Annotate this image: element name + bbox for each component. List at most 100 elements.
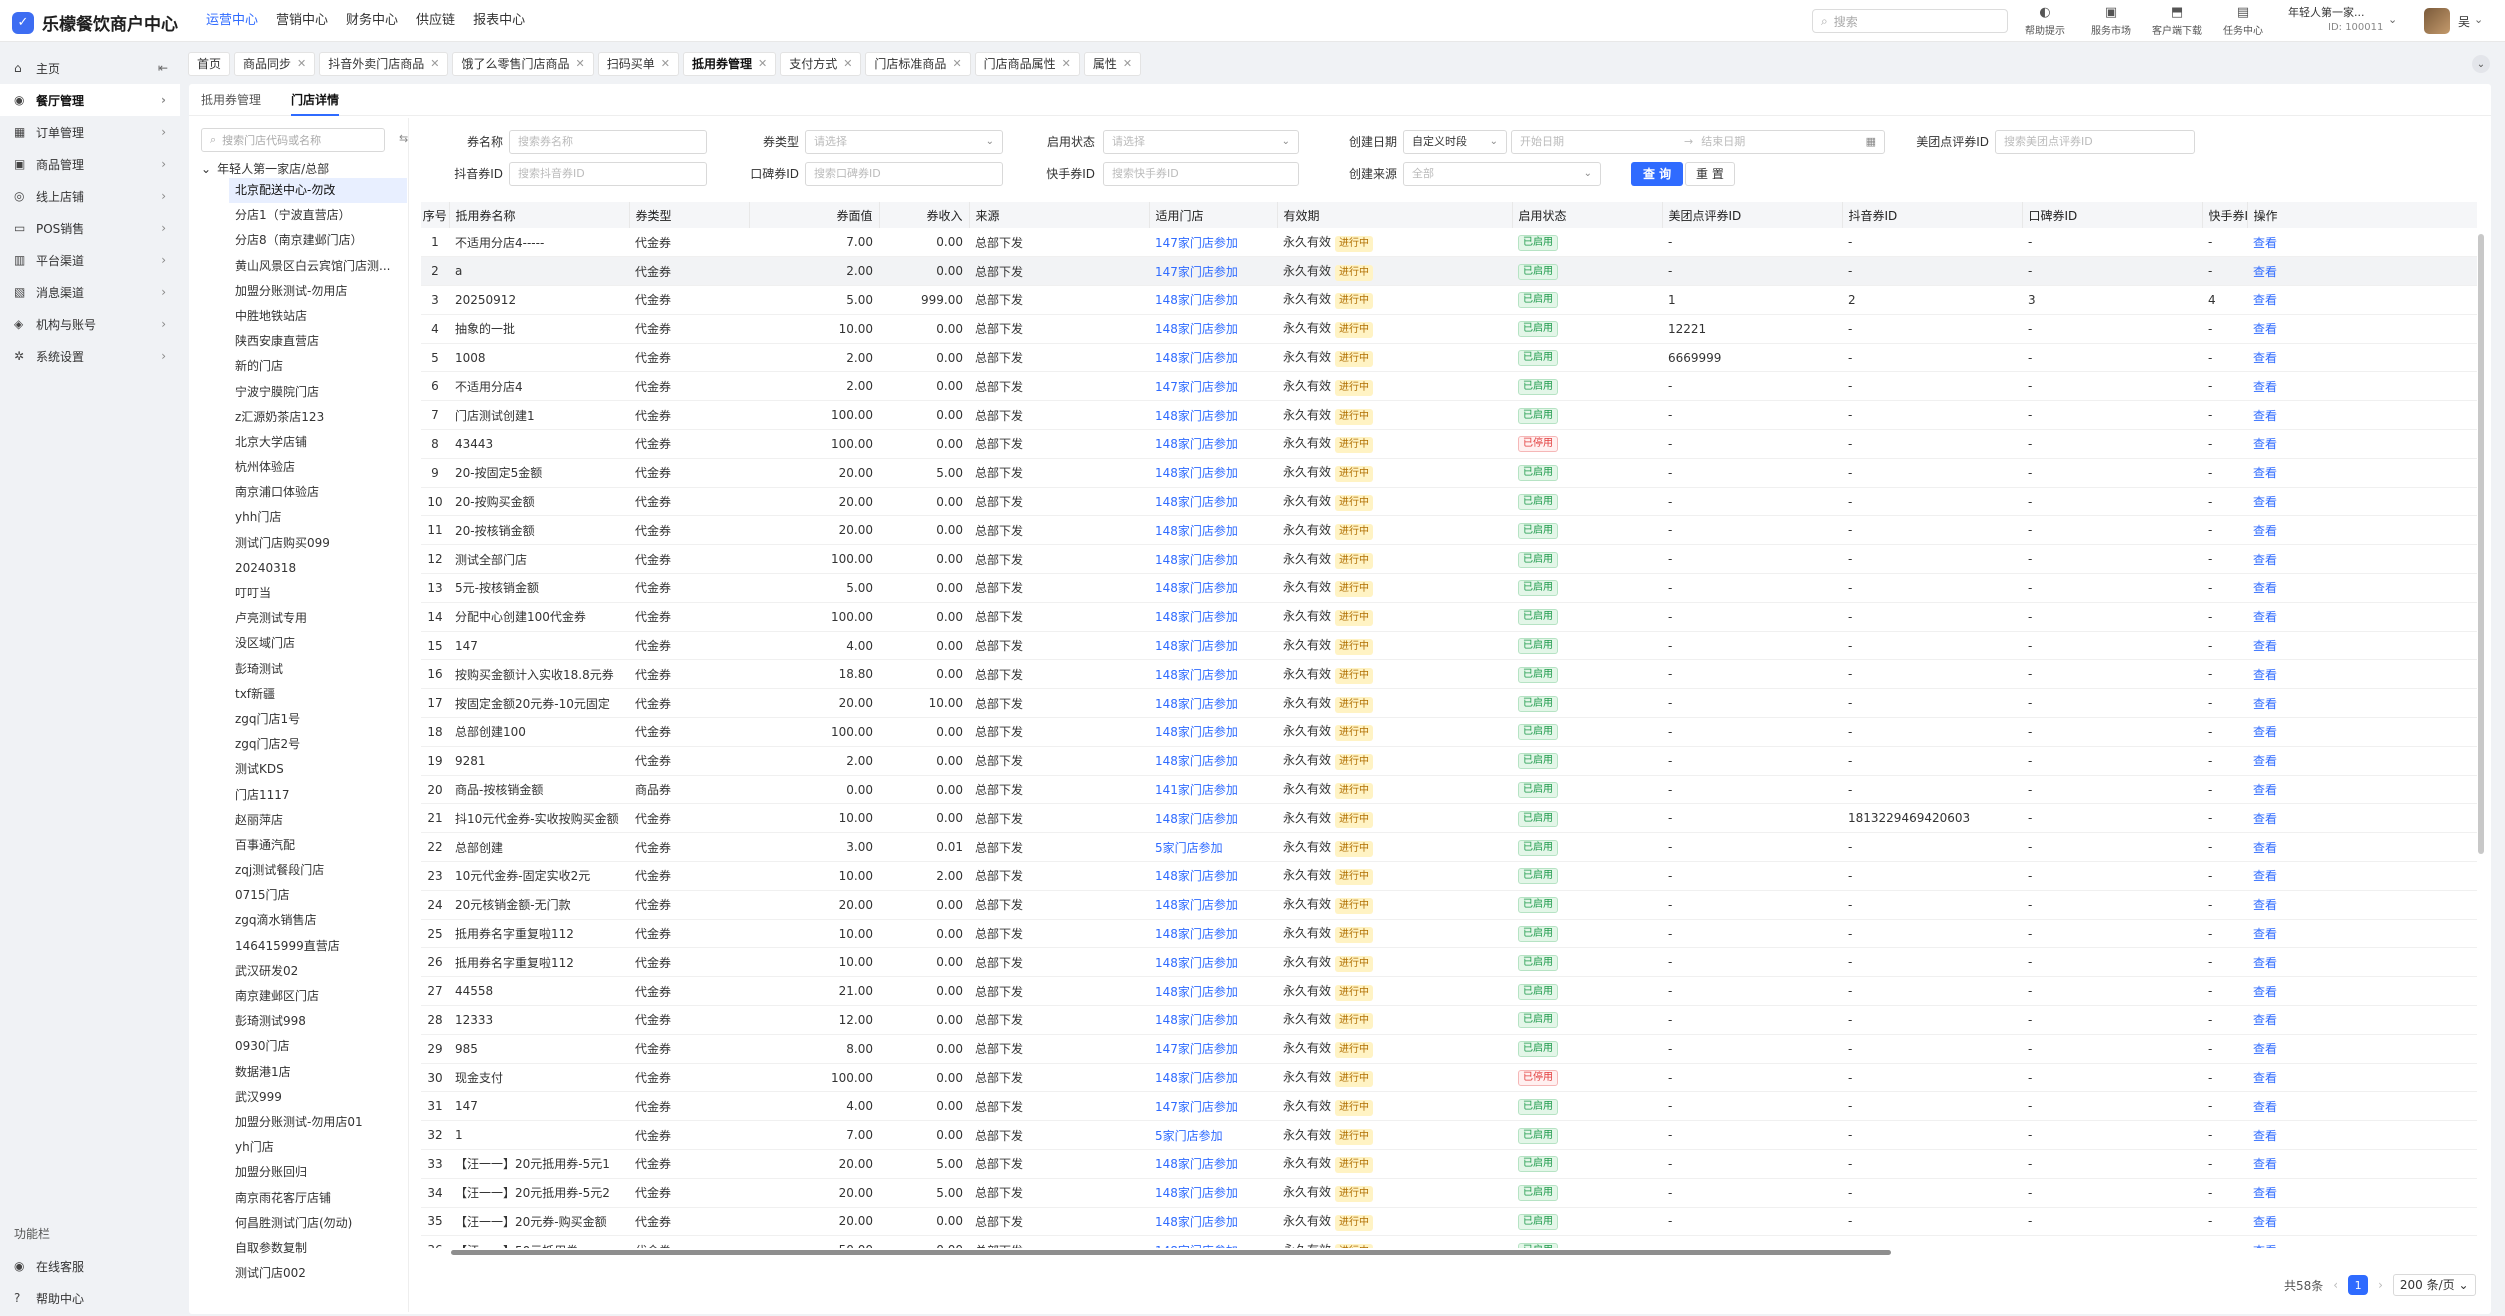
applicable-stores-link[interactable]: 148家门店参加 [1155, 812, 1238, 826]
sidebar-item[interactable]: ◎ 线上店铺 › [0, 180, 180, 212]
table-row[interactable]: 34 【汪一一】20元抵用券-5元2 代金券 20.00 5.00 总部下发 148家门店参… [421, 1178, 2477, 1208]
store-tree-node[interactable]: 0930门店 [229, 1034, 407, 1059]
close-icon[interactable]: ✕ [576, 53, 585, 75]
store-tree-node[interactable]: zgq滴水销售店 [229, 908, 407, 933]
store-tree-node[interactable]: 加盟分账测试-勿用店01 [229, 1110, 407, 1135]
store-tree-node[interactable]: zgq门店2号 [229, 732, 407, 757]
column-header[interactable]: 抖音券ID [1842, 202, 2023, 228]
top-nav-item[interactable]: 财务中心 [337, 0, 407, 42]
function-item[interactable]: ? 帮助中心 [0, 1282, 180, 1314]
table-row[interactable]: 16 按购买金额计入实收18.8元券 代金券 18.80 0.00 总部下发 148家门店参… [421, 659, 2477, 690]
view-link[interactable]: 查看 [2253, 639, 2277, 653]
applicable-stores-link[interactable]: 148家门店参加 [1155, 754, 1238, 768]
table-row[interactable]: 18 总部创建100 代金券 100.00 0.00 总部下发 148家门店参加 永久有效 进行… [421, 717, 2477, 747]
sidebar-item[interactable]: ▧ 消息渠道 › [0, 276, 180, 308]
store-tree-node[interactable]: 武汉999 [229, 1085, 407, 1110]
applicable-stores-link[interactable]: 148家门店参加 [1155, 956, 1238, 970]
store-tree-node[interactable]: 赵丽萍店 [229, 808, 407, 833]
column-header[interactable]: 适用门店 [1149, 202, 1278, 228]
view-link[interactable]: 查看 [2253, 869, 2277, 883]
store-tree-node[interactable]: 门店1117 [229, 783, 407, 808]
view-link[interactable]: 查看 [2253, 1042, 2277, 1056]
applicable-stores-link[interactable]: 147家门店参加 [1155, 236, 1238, 250]
applicable-stores-link[interactable]: 148家门店参加 [1155, 610, 1238, 624]
header-tool-button[interactable]: ◐ 帮助提示 [2012, 4, 2078, 38]
applicable-stores-link[interactable]: 148家门店参加 [1155, 1071, 1238, 1085]
store-tree-node[interactable]: 加盟分账回归 [229, 1160, 407, 1185]
applicable-stores-link[interactable]: 148家门店参加 [1155, 322, 1238, 336]
store-tree-node[interactable]: 陕西安康直营店 [229, 329, 407, 354]
query-button[interactable]: 查 询 [1631, 162, 1684, 186]
column-header[interactable]: 有效期 [1277, 202, 1513, 228]
applicable-stores-link[interactable]: 148家门店参加 [1155, 581, 1238, 595]
view-link[interactable]: 查看 [2253, 985, 2277, 999]
view-link[interactable]: 查看 [2253, 553, 2277, 567]
close-icon[interactable]: ✕ [952, 53, 961, 75]
applicable-stores-link[interactable]: 148家门店参加 [1155, 639, 1238, 653]
view-link[interactable]: 查看 [2253, 754, 2277, 768]
view-link[interactable]: 查看 [2253, 812, 2277, 826]
applicable-stores-link[interactable]: 148家门店参加 [1155, 495, 1238, 509]
view-link[interactable]: 查看 [2253, 293, 2277, 307]
close-icon[interactable]: ✕ [843, 53, 852, 75]
table-row[interactable]: 9 20-按固定5金额 代金券 20.00 5.00 总部下发 148家门店参加 永久有效 进行… [421, 458, 2477, 488]
table-row[interactable]: 26 抵用券名字重复啦112 代金券 10.00 0.00 总部下发 148家门店参加 永久有… [421, 947, 2477, 978]
page-tab[interactable]: 扫码买单 ✕ [597, 52, 679, 76]
view-link[interactable]: 查看 [2253, 322, 2277, 336]
view-link[interactable]: 查看 [2253, 725, 2277, 739]
table-row[interactable]: 31 147 代金券 4.00 0.00 总部下发 147家门店参加 永久有效 进行中 已启用 - -… [421, 1091, 2477, 1122]
column-header[interactable]: 抵用券名称 [449, 202, 630, 228]
store-tree-node[interactable]: 中胜地铁站店 [229, 304, 407, 329]
account-switcher[interactable]: 年轻人第一家... ID: 100011 [2288, 5, 2383, 35]
applicable-stores-link[interactable]: 147家门店参加 [1155, 1042, 1238, 1056]
date-range-picker[interactable]: 开始日期 → 结束日期 ▦ [1511, 130, 1885, 154]
applicable-stores-link[interactable]: 148家门店参加 [1155, 553, 1238, 567]
table-row[interactable]: 23 10元代金券-固定实收2元 代金券 10.00 2.00 总部下发 148家门店参加 永… [421, 861, 2477, 891]
sub-tab[interactable]: 门店详情 [291, 84, 340, 116]
table-row[interactable]: 13 5元-按核销金额 代金券 5.00 0.00 总部下发 148家门店参加 永久有效 进行中… [421, 573, 2477, 603]
store-tree-node[interactable]: 没区域门店 [229, 631, 407, 656]
page-tab[interactable]: 饿了么零售门店商品 ✕ [452, 52, 594, 76]
table-row[interactable]: 33 【汪一一】20元抵用券-5元1 代金券 20.00 5.00 总部下发 148家门店参… [421, 1149, 2477, 1179]
close-icon[interactable]: ✕ [297, 53, 306, 75]
view-link[interactable]: 查看 [2253, 697, 2277, 711]
table-row[interactable]: 35 【汪一一】20元券-购买金额 代金券 20.00 0.00 总部下发 148家门店参加… [421, 1207, 2477, 1237]
view-link[interactable]: 查看 [2253, 956, 2277, 970]
horizontal-scrollbar[interactable] [421, 1247, 2477, 1257]
header-tool-button[interactable]: ⬒ 客户端下载 [2144, 4, 2210, 38]
table-row[interactable]: 32 1 代金券 7.00 0.00 总部下发 5家门店参加 永久有效 进行中 已启用 - - - - 查看 [421, 1120, 2477, 1150]
filter-input[interactable]: 自定义时段 ⌄ [1403, 130, 1507, 154]
view-link[interactable]: 查看 [2253, 610, 2277, 624]
table-row[interactable]: 15 147 代金券 4.00 0.00 总部下发 148家门店参加 永久有效 进行中 已启用 - -… [421, 631, 2477, 661]
applicable-stores-link[interactable]: 148家门店参加 [1155, 409, 1238, 423]
table-row[interactable]: 7 门店测试创建1 代金券 100.00 0.00 总部下发 148家门店参加 永久有效 进行中… [421, 400, 2477, 431]
sidebar-item[interactable]: ▭ POS销售 › [0, 212, 180, 244]
view-link[interactable]: 查看 [2253, 841, 2277, 855]
view-link[interactable]: 查看 [2253, 1157, 2277, 1171]
top-nav-item[interactable]: 报表中心 [464, 0, 534, 42]
user-name[interactable]: 吴 [2458, 13, 2470, 30]
view-link[interactable]: 查看 [2253, 380, 2277, 394]
column-header[interactable]: 操作 [2247, 202, 2477, 228]
store-tree-node[interactable]: 南京浦口体验店 [229, 480, 407, 505]
column-header[interactable]: 券面值 [749, 202, 880, 228]
column-header[interactable]: 来源 [969, 202, 1150, 228]
scrollbar-thumb[interactable] [451, 1250, 1891, 1255]
page-tab[interactable]: 门店商品属性 ✕ [974, 52, 1080, 76]
tab-dropdown-chevron-icon[interactable]: ⌄ [2472, 55, 2490, 73]
page-tab[interactable]: 商品同步 ✕ [234, 52, 316, 76]
applicable-stores-link[interactable]: 148家门店参加 [1155, 668, 1238, 682]
applicable-stores-link[interactable]: 148家门店参加 [1155, 1157, 1238, 1171]
table-row[interactable]: 6 不适用分店4 代金券 2.00 0.00 总部下发 147家门店参加 永久有效 进行中 已启用… [421, 371, 2477, 402]
applicable-stores-link[interactable]: 148家门店参加 [1155, 437, 1238, 451]
store-tree-node[interactable]: 彭琦测试998 [229, 1009, 407, 1034]
view-link[interactable]: 查看 [2253, 1100, 2277, 1114]
store-tree-node[interactable]: 南京雨花客厅店铺 [229, 1186, 407, 1211]
view-link[interactable]: 查看 [2253, 927, 2277, 941]
table-row[interactable]: 25 抵用券名字重复啦112 代金券 10.00 0.00 总部下发 148家门店参加 永久有… [421, 919, 2477, 949]
sidebar-item[interactable]: ▦ 订单管理 › [0, 116, 180, 148]
table-row[interactable]: 11 20-按核销金额 代金券 20.00 0.00 总部下发 148家门店参加 永久有效 进行… [421, 515, 2477, 546]
applicable-stores-link[interactable]: 148家门店参加 [1155, 869, 1238, 883]
scrollbar-thumb[interactable] [2478, 234, 2484, 854]
view-link[interactable]: 查看 [2253, 1215, 2277, 1229]
